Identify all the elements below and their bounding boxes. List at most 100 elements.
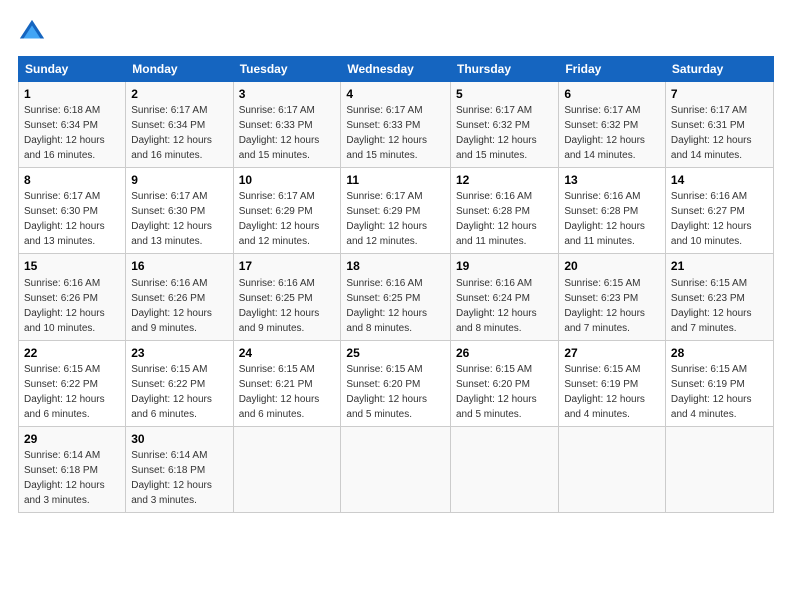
calendar-cell: 16 Sunrise: 6:16 AMSunset: 6:26 PMDayligh… (126, 254, 233, 340)
day-info: Sunrise: 6:16 AMSunset: 6:26 PMDaylight:… (24, 278, 105, 334)
day-number: 9 (131, 172, 227, 188)
day-number: 25 (346, 345, 445, 361)
day-number: 24 (239, 345, 336, 361)
day-number: 8 (24, 172, 120, 188)
logo (18, 18, 50, 46)
day-info: Sunrise: 6:17 AMSunset: 6:32 PMDaylight:… (456, 105, 537, 161)
day-number: 11 (346, 172, 445, 188)
calendar-cell: 20 Sunrise: 6:15 AMSunset: 6:23 PMDayligh… (559, 254, 666, 340)
day-info: Sunrise: 6:17 AMSunset: 6:33 PMDaylight:… (346, 105, 427, 161)
day-number: 29 (24, 431, 120, 447)
day-number: 22 (24, 345, 120, 361)
day-number: 12 (456, 172, 553, 188)
day-info: Sunrise: 6:15 AMSunset: 6:22 PMDaylight:… (24, 364, 105, 420)
day-number: 19 (456, 258, 553, 274)
day-info: Sunrise: 6:14 AMSunset: 6:18 PMDaylight:… (24, 450, 105, 506)
day-info: Sunrise: 6:17 AMSunset: 6:30 PMDaylight:… (131, 191, 212, 247)
day-number: 1 (24, 86, 120, 102)
day-number: 2 (131, 86, 227, 102)
day-info: Sunrise: 6:17 AMSunset: 6:33 PMDaylight:… (239, 105, 320, 161)
day-number: 27 (564, 345, 660, 361)
day-number: 4 (346, 86, 445, 102)
calendar-cell: 3 Sunrise: 6:17 AMSunset: 6:33 PMDaylight… (233, 82, 341, 168)
day-info: Sunrise: 6:15 AMSunset: 6:19 PMDaylight:… (564, 364, 645, 420)
calendar-cell: 9 Sunrise: 6:17 AMSunset: 6:30 PMDaylight… (126, 168, 233, 254)
weekday-header-tuesday: Tuesday (233, 57, 341, 82)
calendar-cell: 27 Sunrise: 6:15 AMSunset: 6:19 PMDayligh… (559, 340, 666, 426)
day-number: 7 (671, 86, 768, 102)
week-row-2: 8 Sunrise: 6:17 AMSunset: 6:30 PMDaylight… (19, 168, 774, 254)
day-info: Sunrise: 6:16 AMSunset: 6:28 PMDaylight:… (564, 191, 645, 247)
calendar-cell: 5 Sunrise: 6:17 AMSunset: 6:32 PMDaylight… (450, 82, 558, 168)
calendar-cell: 2 Sunrise: 6:17 AMSunset: 6:34 PMDaylight… (126, 82, 233, 168)
day-number: 17 (239, 258, 336, 274)
week-row-3: 15 Sunrise: 6:16 AMSunset: 6:26 PMDayligh… (19, 254, 774, 340)
day-info: Sunrise: 6:16 AMSunset: 6:26 PMDaylight:… (131, 278, 212, 334)
day-info: Sunrise: 6:16 AMSunset: 6:25 PMDaylight:… (346, 278, 427, 334)
calendar-cell: 21Sunrise: 6:15 AMSunset: 6:23 PMDayligh… (665, 254, 773, 340)
day-info: Sunrise: 6:15 AMSunset: 6:20 PMDaylight:… (456, 364, 537, 420)
calendar-cell: 29 Sunrise: 6:14 AMSunset: 6:18 PMDayligh… (19, 426, 126, 512)
calendar-cell: 13 Sunrise: 6:16 AMSunset: 6:28 PMDayligh… (559, 168, 666, 254)
day-info: Sunrise: 6:15 AMSunset: 6:20 PMDaylight:… (346, 364, 427, 420)
calendar-cell (341, 426, 451, 512)
calendar-table: SundayMondayTuesdayWednesdayThursdayFrid… (18, 56, 774, 513)
calendar-cell: 17 Sunrise: 6:16 AMSunset: 6:25 PMDayligh… (233, 254, 341, 340)
day-number: 28 (671, 345, 768, 361)
day-info: Sunrise: 6:16 AMSunset: 6:25 PMDaylight:… (239, 278, 320, 334)
week-row-5: 29 Sunrise: 6:14 AMSunset: 6:18 PMDayligh… (19, 426, 774, 512)
calendar-cell: 18Sunrise: 6:16 AMSunset: 6:25 PMDayligh… (341, 254, 451, 340)
day-number: 20 (564, 258, 660, 274)
calendar-cell: 7 Sunrise: 6:17 AMSunset: 6:31 PMDaylight… (665, 82, 773, 168)
day-info: Sunrise: 6:16 AMSunset: 6:28 PMDaylight:… (456, 191, 537, 247)
header (18, 18, 774, 46)
day-info: Sunrise: 6:15 AMSunset: 6:23 PMDaylight:… (564, 278, 645, 334)
calendar-cell: 22 Sunrise: 6:15 AMSunset: 6:22 PMDayligh… (19, 340, 126, 426)
day-number: 5 (456, 86, 553, 102)
calendar-cell: 24 Sunrise: 6:15 AMSunset: 6:21 PMDayligh… (233, 340, 341, 426)
day-info: Sunrise: 6:18 AMSunset: 6:34 PMDaylight:… (24, 105, 105, 161)
day-info: Sunrise: 6:15 AMSunset: 6:19 PMDaylight:… (671, 364, 752, 420)
weekday-header-friday: Friday (559, 57, 666, 82)
calendar-cell: 15 Sunrise: 6:16 AMSunset: 6:26 PMDayligh… (19, 254, 126, 340)
calendar-cell: 25 Sunrise: 6:15 AMSunset: 6:20 PMDayligh… (341, 340, 451, 426)
day-info: Sunrise: 6:17 AMSunset: 6:29 PMDaylight:… (346, 191, 427, 247)
calendar-cell: 8 Sunrise: 6:17 AMSunset: 6:30 PMDaylight… (19, 168, 126, 254)
weekday-header-sunday: Sunday (19, 57, 126, 82)
day-info: Sunrise: 6:15 AMSunset: 6:21 PMDaylight:… (239, 364, 320, 420)
day-number: 10 (239, 172, 336, 188)
day-number: 13 (564, 172, 660, 188)
day-info: Sunrise: 6:17 AMSunset: 6:30 PMDaylight:… (24, 191, 105, 247)
calendar-cell (233, 426, 341, 512)
day-number: 3 (239, 86, 336, 102)
calendar-cell (559, 426, 666, 512)
calendar-cell: 6Sunrise: 6:17 AMSunset: 6:32 PMDaylight… (559, 82, 666, 168)
calendar-cell: 12 Sunrise: 6:16 AMSunset: 6:28 PMDayligh… (450, 168, 558, 254)
calendar-cell (665, 426, 773, 512)
calendar-cell: 1 Sunrise: 6:18 AMSunset: 6:34 PMDaylight… (19, 82, 126, 168)
calendar-cell: 28 Sunrise: 6:15 AMSunset: 6:19 PMDayligh… (665, 340, 773, 426)
weekday-header-row: SundayMondayTuesdayWednesdayThursdayFrid… (19, 57, 774, 82)
calendar-cell (450, 426, 558, 512)
calendar-cell: 11 Sunrise: 6:17 AMSunset: 6:29 PMDayligh… (341, 168, 451, 254)
calendar-cell: 10Sunrise: 6:17 AMSunset: 6:29 PMDayligh… (233, 168, 341, 254)
day-number: 30 (131, 431, 227, 447)
calendar-cell: 4 Sunrise: 6:17 AMSunset: 6:33 PMDaylight… (341, 82, 451, 168)
day-info: Sunrise: 6:17 AMSunset: 6:31 PMDaylight:… (671, 105, 752, 161)
day-number: 16 (131, 258, 227, 274)
day-number: 14 (671, 172, 768, 188)
weekday-header-thursday: Thursday (450, 57, 558, 82)
calendar-cell: 14Sunrise: 6:16 AMSunset: 6:27 PMDayligh… (665, 168, 773, 254)
weekday-header-saturday: Saturday (665, 57, 773, 82)
week-row-1: 1 Sunrise: 6:18 AMSunset: 6:34 PMDaylight… (19, 82, 774, 168)
day-info: Sunrise: 6:17 AMSunset: 6:34 PMDaylight:… (131, 105, 212, 161)
week-row-4: 22 Sunrise: 6:15 AMSunset: 6:22 PMDayligh… (19, 340, 774, 426)
day-info: Sunrise: 6:15 AMSunset: 6:23 PMDaylight:… (671, 278, 752, 334)
weekday-header-monday: Monday (126, 57, 233, 82)
day-number: 26 (456, 345, 553, 361)
day-number: 15 (24, 258, 120, 274)
calendar-cell: 30Sunrise: 6:14 AMSunset: 6:18 PMDayligh… (126, 426, 233, 512)
day-number: 6 (564, 86, 660, 102)
page: SundayMondayTuesdayWednesdayThursdayFrid… (0, 0, 792, 612)
day-info: Sunrise: 6:15 AMSunset: 6:22 PMDaylight:… (131, 364, 212, 420)
